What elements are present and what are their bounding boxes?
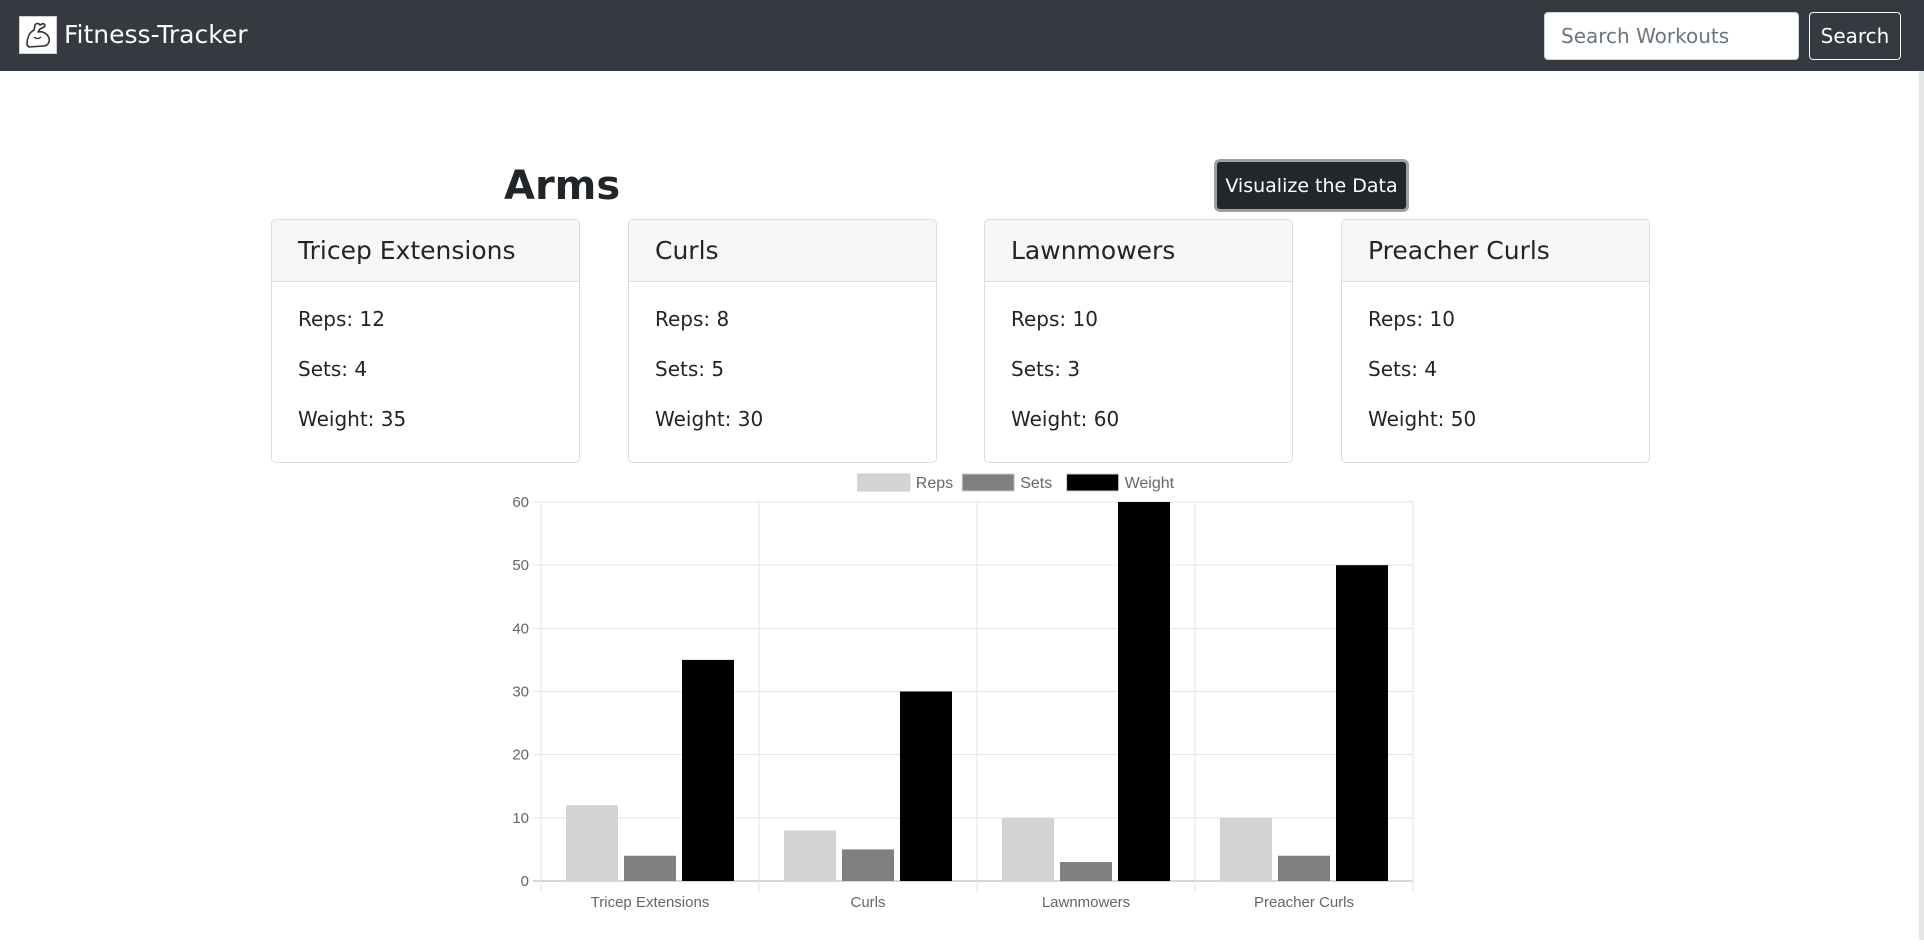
x-tick-label: Tricep Extensions [591,894,710,911]
x-tick-label: Preacher Curls [1254,894,1354,911]
bar-reps [566,805,618,881]
bar-reps [1220,817,1272,881]
bar-sets [624,855,676,881]
bar-reps [1002,817,1054,881]
x-tick-label: Curls [850,894,885,911]
legend-swatch-reps [857,473,911,492]
bar-reps [784,830,836,881]
chart-container: 0 10 20 30 40 50 60 Tricep Extensions Curls Lawnm… [0,0,1924,940]
y-tick-label: 40 [512,620,529,637]
bar-sets [1278,855,1330,881]
y-tick-label: 60 [512,494,529,511]
y-tick-label: 20 [512,747,529,764]
y-tick-label: 50 [512,557,529,574]
bar-sets [1060,862,1112,881]
bar-chart: 0 10 20 30 40 50 60 Tricep Extensions Curls Lawnm… [512,473,1414,911]
bar-weight [900,691,952,881]
legend-swatch-weight [1066,473,1120,492]
bar-weight [1336,565,1388,881]
bar-weight [1118,502,1170,881]
legend-label: Reps [916,475,953,492]
y-tick-label: 10 [512,810,529,827]
legend-swatch-sets [961,473,1015,492]
bar-sets [842,849,894,881]
x-tick-label: Lawnmowers [1042,894,1130,911]
legend-label: Sets [1020,475,1052,492]
y-tick-label: 0 [521,873,529,890]
bar-weight [682,659,734,881]
legend-label: Weight [1125,475,1175,492]
y-tick-label: 30 [512,684,529,701]
